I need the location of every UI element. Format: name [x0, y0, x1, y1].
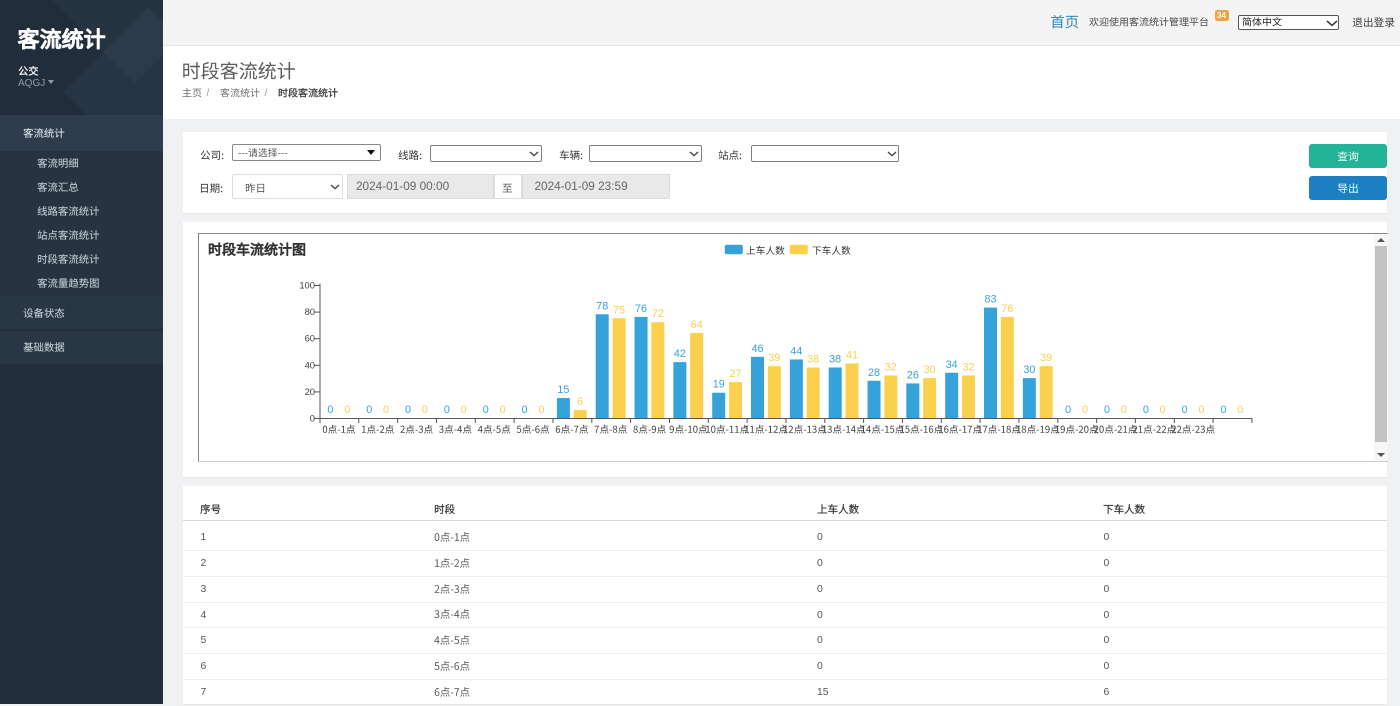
svg-text:28: 28 — [868, 366, 880, 378]
svg-text:0: 0 — [366, 403, 372, 415]
svg-text:34: 34 — [945, 358, 957, 370]
svg-text:26: 26 — [906, 369, 918, 381]
svg-text:38: 38 — [807, 353, 819, 365]
svg-text:0: 0 — [327, 403, 333, 415]
svg-text:0: 0 — [1198, 403, 1204, 415]
svg-text:27: 27 — [729, 368, 741, 380]
svg-text:0: 0 — [309, 412, 314, 423]
svg-text:76: 76 — [635, 302, 647, 314]
svg-text:0: 0 — [443, 403, 449, 415]
svg-text:0: 0 — [405, 403, 411, 415]
svg-text:0: 0 — [1065, 403, 1071, 415]
svg-text:80: 80 — [304, 306, 314, 317]
svg-text:0: 0 — [344, 403, 350, 415]
svg-text:72: 72 — [651, 308, 663, 320]
svg-text:0: 0 — [1081, 403, 1087, 415]
svg-text:42: 42 — [673, 348, 685, 360]
svg-text:0: 0 — [1181, 403, 1187, 415]
svg-text:100: 100 — [299, 279, 315, 290]
svg-text:6: 6 — [577, 396, 583, 408]
svg-text:78: 78 — [596, 300, 608, 312]
svg-text:30: 30 — [1023, 364, 1035, 376]
svg-text:0: 0 — [1220, 403, 1226, 415]
svg-text:0: 0 — [1142, 403, 1148, 415]
svg-text:20: 20 — [304, 385, 314, 396]
svg-text:32: 32 — [884, 361, 896, 373]
svg-text:0: 0 — [1159, 403, 1165, 415]
svg-text:32: 32 — [962, 361, 974, 373]
svg-text:76: 76 — [1001, 302, 1013, 314]
svg-text:0: 0 — [460, 403, 466, 415]
svg-text:64: 64 — [690, 318, 702, 330]
svg-text:46: 46 — [751, 342, 763, 354]
svg-text:40: 40 — [304, 359, 314, 370]
svg-text:41: 41 — [845, 349, 857, 361]
svg-text:0: 0 — [499, 403, 505, 415]
svg-text:39: 39 — [768, 352, 780, 364]
svg-text:0: 0 — [383, 403, 389, 415]
svg-text:19: 19 — [712, 378, 724, 390]
svg-text:39: 39 — [1040, 352, 1052, 364]
svg-text:30: 30 — [923, 364, 935, 376]
svg-text:0: 0 — [538, 403, 544, 415]
svg-text:83: 83 — [984, 293, 996, 305]
svg-text:15: 15 — [557, 384, 569, 396]
svg-text:0: 0 — [482, 403, 488, 415]
svg-text:0: 0 — [1237, 403, 1243, 415]
svg-text:0: 0 — [521, 403, 527, 415]
svg-text:38: 38 — [829, 353, 841, 365]
svg-text:0: 0 — [1120, 403, 1126, 415]
svg-text:60: 60 — [304, 332, 314, 343]
svg-text:0: 0 — [1103, 403, 1109, 415]
svg-text:0: 0 — [421, 403, 427, 415]
svg-text:44: 44 — [790, 345, 802, 357]
svg-text:75: 75 — [613, 304, 625, 316]
